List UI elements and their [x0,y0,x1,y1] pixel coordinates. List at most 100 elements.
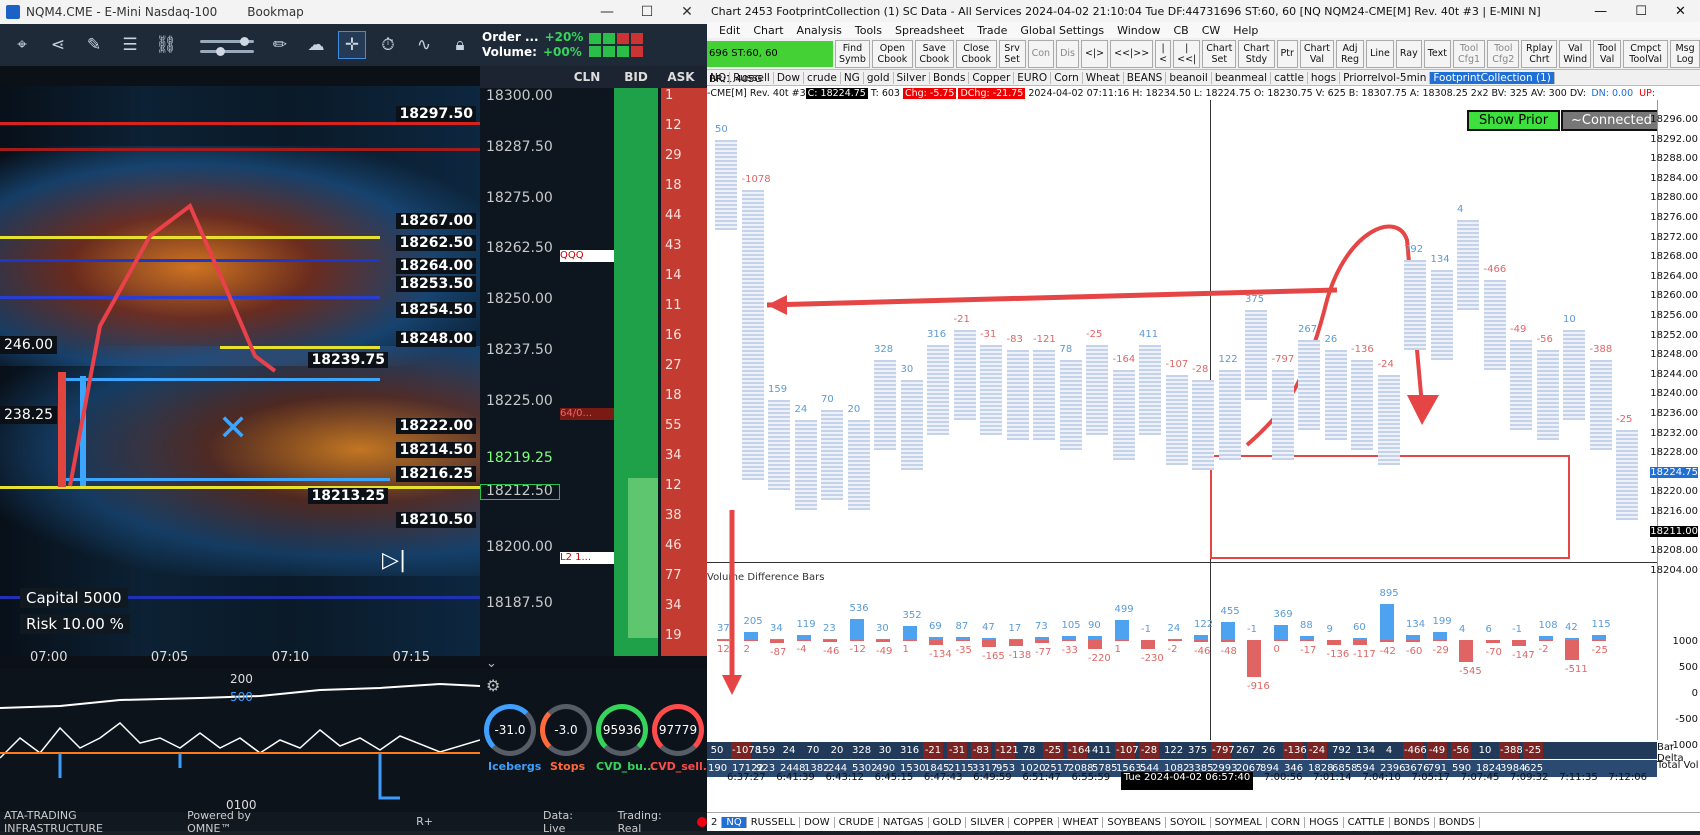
footprint-candle[interactable] [1112,370,1135,460]
symbol-tab[interactable]: Bonds [930,71,970,84]
chat-icon[interactable]: ☁ [302,31,330,59]
menu-item[interactable]: Global Settings [1020,24,1104,37]
toolbar-button[interactable]: Open Cbook [872,39,913,68]
footprint-candle[interactable] [1245,310,1267,400]
symbol-tab[interactable]: crude [804,71,841,84]
share-icon[interactable]: ⋖ [44,31,72,59]
footprint-candle[interactable] [1616,430,1638,520]
symbol-tab[interactable]: Silver [894,71,930,84]
menu-item[interactable]: Edit [719,24,740,37]
symbol-tab[interactable]: BEANS [1124,71,1167,84]
footprint-chart[interactable]: Show Prior ~Connected Volume Difference … [707,100,1662,740]
bottom-tab[interactable]: CORN [1267,816,1306,828]
menu-item[interactable]: Trade [977,24,1007,37]
footprint-candle[interactable] [1536,350,1559,440]
stopwatch-icon[interactable]: ⏱ [374,31,402,59]
footprint-candle[interactable] [741,190,764,480]
footprint-candle[interactable] [1377,375,1400,465]
footprint-candle[interactable] [794,420,817,510]
crosshair-icon[interactable]: ✛ [338,31,366,59]
footprint-candle[interactable] [821,410,843,500]
footprint-candle[interactable] [900,380,923,470]
toolbar-button[interactable]: Find Symb [834,39,871,68]
symbol-tab[interactable]: beanmeal [1212,71,1272,84]
toolbar-button[interactable]: Close Cbook [955,39,997,68]
footprint-candle[interactable] [980,345,1002,435]
footprint-candle[interactable] [1589,360,1612,450]
minimize-button[interactable]: — [587,4,627,20]
toolbar-button[interactable]: Line [1366,39,1394,68]
symbol-tab[interactable]: cattle [1271,71,1308,84]
target-icon[interactable]: ⌖ [8,31,36,59]
brush-icon[interactable]: ✎ [80,31,108,59]
footprint-candle[interactable] [927,345,949,435]
close-button[interactable]: ✕ [1675,4,1686,19]
price-axis[interactable]: 18296.00 18292.00 18288.00 18284.00 18280.00… [1650,100,1700,751]
footprint-candle[interactable] [1404,260,1426,350]
brightness-slider[interactable] [186,34,258,56]
footprint-candle[interactable] [1086,345,1108,435]
footprint-candle[interactable] [715,140,737,230]
footprint-candle[interactable] [1165,375,1188,465]
symbol-tab[interactable]: beanoil [1166,71,1212,84]
toolbar-button[interactable]: Ptr [1276,39,1298,68]
maximize-button[interactable]: ☐ [1635,4,1647,19]
bottom-tab[interactable]: RUSSELL [747,816,801,828]
toolbar-button[interactable]: Tool Cfg2 [1487,39,1520,68]
symbol-tab[interactable]: NG [841,71,864,84]
toolbar-button[interactable]: |<<| [1173,39,1201,68]
footprint-candle[interactable] [1218,370,1241,460]
footprint-candle[interactable] [768,400,790,490]
toolbar-button[interactable]: Chart Set [1202,39,1237,68]
symbol-tab[interactable]: Dow [774,71,804,84]
footprint-candle[interactable] [1059,360,1082,450]
menu-item[interactable]: CW [1202,24,1221,37]
toolbar-button[interactable]: Msg Log [1670,39,1700,68]
menu-item[interactable]: Help [1233,24,1258,37]
bottom-tab[interactable]: SOYBEANS [1103,816,1167,828]
bottom-tab[interactable]: HOGS [1305,816,1344,828]
toolbar-button[interactable]: Adj Reg [1335,39,1365,68]
toolbar-button[interactable]: Save Cbook [914,39,954,68]
close-button[interactable]: ✕ [667,4,707,20]
toolbar-button[interactable]: <|> [1080,39,1109,68]
bottom-tab[interactable]: WHEAT [1059,816,1104,828]
bottom-tab[interactable]: SOYOIL [1166,816,1211,828]
gear-icon[interactable]: ⚙ [486,676,500,695]
footprint-candle[interactable] [1351,360,1373,450]
menu-item[interactable]: Spreadsheet [895,24,964,37]
toolbar-button[interactable]: Rplay Chrt [1521,39,1558,68]
bottom-tab[interactable]: GOLD [929,816,967,828]
menu-item[interactable]: Window [1117,24,1160,37]
symbol-tab[interactable]: Copper [969,71,1015,84]
price-ladder[interactable]: CLN BID ASK 18300.00 18287.50 18275.00 1826… [480,66,707,656]
bottom-tab[interactable]: BONDS [1390,816,1435,828]
toolbar-button[interactable]: Tool Cfg1 [1452,39,1486,68]
footprint-candle[interactable] [1192,380,1214,470]
toolbar-button[interactable]: Tool Val [1593,39,1622,68]
play-icon[interactable]: ▷| [382,548,406,573]
footprint-candle[interactable] [1457,220,1479,310]
bid-column[interactable] [614,88,658,656]
symbol-tab[interactable]: hogs [1308,71,1341,84]
footprint-candle[interactable] [1430,270,1453,360]
bottom-tab[interactable]: SOYMEAL [1211,816,1267,828]
toolbar-button[interactable]: Chart Stdy [1238,39,1275,68]
footprint-candle[interactable] [847,420,870,510]
symbol-tab[interactable]: Corn [1051,71,1083,84]
menu-item[interactable]: Analysis [797,24,842,37]
menu-item[interactable]: Tools [855,24,882,37]
footprint-candle[interactable] [1033,350,1055,440]
bottom-tab[interactable]: BONDS [1435,816,1480,828]
ask-column[interactable]: 1 12 29 18 44 43 14 11 16 27 18 55 34 12 38 46 77 34 19 [661,88,707,656]
symbol-tab[interactable]: Russell [730,71,774,84]
symbol-tab[interactable]: FootprintCollection (1) [1430,71,1555,84]
footprint-candle[interactable] [1006,350,1029,440]
bottom-tab[interactable]: NATGAS [879,816,929,828]
bottom-tab[interactable]: 2 [707,816,723,828]
toolbar-button[interactable]: Dis [1056,39,1079,68]
symbol-tab[interactable]: Wheat [1083,71,1124,84]
maximize-button[interactable]: ☐ [627,4,667,20]
toolbar-button[interactable]: Srv Set [998,39,1026,68]
minimize-button[interactable]: — [1594,4,1607,19]
